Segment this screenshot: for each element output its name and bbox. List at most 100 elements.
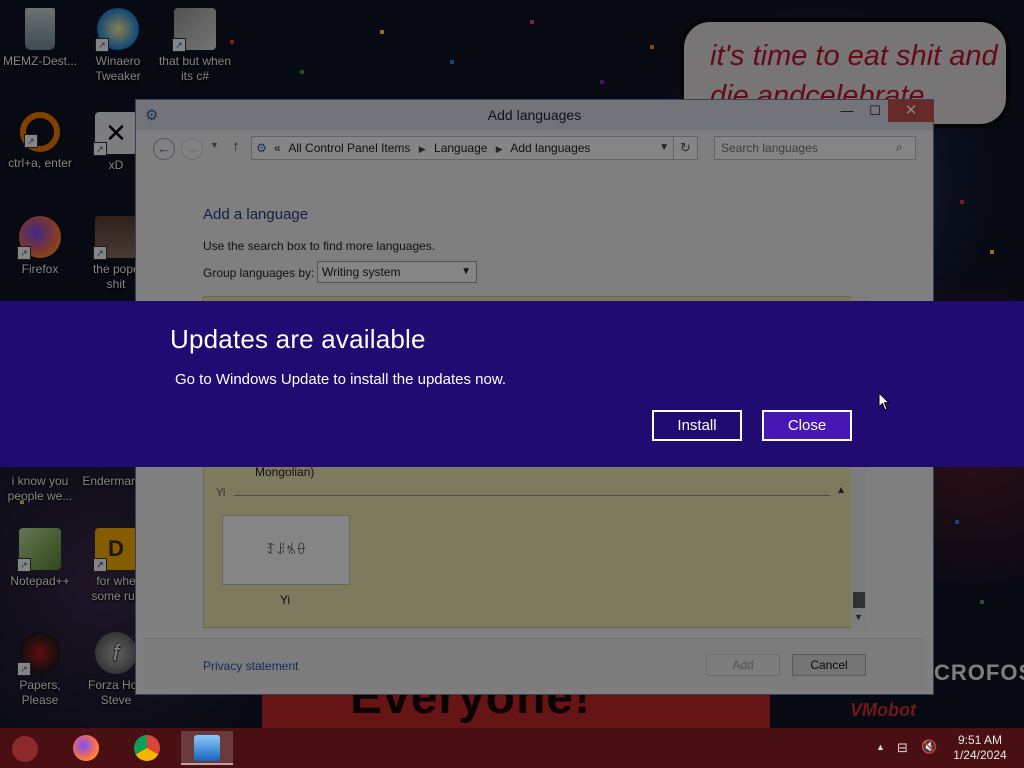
address-dropdown-chevron-icon[interactable]: ▼ (659, 137, 669, 159)
control-panel-icon (194, 735, 220, 761)
file-stack-icon: ↗ (172, 8, 216, 52)
breadcrumb-overflow[interactable]: « (274, 141, 281, 155)
taskbar-firefox[interactable] (60, 731, 112, 765)
desktop-icon-papers-please[interactable]: ↗ Papers, Please (0, 632, 80, 708)
shortcut-arrow-icon: ↗ (172, 38, 186, 52)
refresh-icon[interactable]: ↻ (674, 136, 698, 160)
collapse-chevron-icon[interactable]: ▲ (836, 485, 846, 496)
confetti (955, 520, 959, 524)
desktop-icon-label: ctrl+a, enter (8, 156, 72, 170)
language-tile-script: ꆈꌠꁱꂷ (265, 542, 307, 557)
up-arrow-icon[interactable]: ↑ (232, 138, 240, 155)
window-title: Add languages (487, 107, 582, 123)
desktop-icon-label: Papers, Please (19, 678, 61, 707)
shortcut-arrow-icon: ↗ (17, 662, 31, 676)
cancel-button[interactable]: Cancel (792, 654, 866, 676)
close-window-button[interactable]: ✕ (888, 100, 934, 122)
wallpaper-right-text: CROFOS (934, 660, 1024, 685)
confetti (650, 45, 654, 49)
desktop-icon-label: i know you people we... (7, 474, 73, 503)
confetti (990, 250, 994, 254)
group-by-select[interactable]: Writing system ▼ (317, 261, 477, 283)
confetti (380, 30, 384, 34)
shortcut-arrow-icon: ↗ (93, 142, 107, 156)
system-clock[interactable]: 9:51 AM 1/24/2024 (946, 733, 1014, 763)
desktop-icon-label: that but when its c# (158, 54, 232, 83)
address-bar[interactable]: ⚙ « All Control Panel Items ▶ Language ▶… (251, 136, 674, 160)
install-button[interactable]: Install (652, 410, 742, 441)
maximize-button[interactable]: ☐ (860, 100, 890, 122)
flash-icon: f (95, 632, 137, 674)
language-group-header[interactable]: Yi ▲ (216, 485, 846, 501)
shortcut-arrow-icon: ↗ (93, 246, 107, 260)
notification-title: Updates are available (170, 324, 426, 354)
recent-locations-chevron-icon[interactable]: ▼ (210, 140, 219, 150)
media-file-icon: ↗ (93, 216, 137, 260)
confetti (600, 80, 604, 84)
firefox-icon: ↗ (17, 216, 61, 260)
privacy-statement-link[interactable]: Privacy statement (203, 659, 298, 673)
close-button[interactable]: Close (762, 410, 852, 441)
desktop-icon-label: MEMZ-Dest... (3, 54, 77, 68)
taskbar-chrome[interactable] (121, 731, 173, 765)
clock-time: 9:51 AM (957, 733, 1003, 747)
confetti (980, 600, 984, 604)
shortcut-arrow-icon: ↗ (95, 38, 109, 52)
group-divider (234, 495, 830, 496)
scroll-down-arrow-icon[interactable]: ▼ (854, 612, 863, 622)
clock-date: 1/24/2024 (953, 748, 1007, 762)
search-icon[interactable]: ⌕ (896, 140, 903, 155)
control-panel-icon: ⚙ (256, 141, 267, 155)
add-button[interactable]: Add (706, 654, 780, 676)
winaero-icon: ↗ (95, 8, 139, 52)
desktop-icon-i-know-you[interactable]: i know you people we... (0, 474, 80, 504)
breadcrumb-item[interactable]: Add languages (510, 141, 590, 155)
desktop-icon-ctrl-a[interactable]: ↗ ctrl+a, enter (0, 112, 80, 171)
desktop-icon-label: Winaero Tweaker (95, 54, 141, 83)
recycle-bin-icon (25, 8, 55, 50)
taskbar-control-panel[interactable] (181, 731, 233, 765)
desktop-icon-label: Notepad++ (10, 574, 70, 588)
desktop-icon-notepadpp[interactable]: ↗ Notepad++ (0, 528, 80, 589)
breadcrumb-item[interactable]: All Control Panel Items (288, 141, 410, 155)
confetti (300, 70, 304, 74)
page-description: Use the search box to find more language… (203, 239, 436, 253)
forward-arrow-icon[interactable]: → (181, 138, 203, 160)
confetti (960, 200, 964, 204)
start-button[interactable] (12, 736, 38, 762)
breadcrumb-separator-icon[interactable]: ▶ (496, 144, 503, 154)
show-hidden-icons-chevron-icon[interactable]: ▲ (876, 742, 885, 752)
chrome-icon (134, 735, 160, 761)
language-group-name: Yi (216, 487, 226, 499)
papers-please-icon: ↗ (17, 632, 61, 676)
desktop-icon-label: Firefox (21, 262, 59, 276)
confetti (530, 20, 534, 24)
desktop-icon-csharp[interactable]: ↗ that but when its c# (155, 8, 235, 84)
shortcut-arrow-icon: ↗ (24, 134, 38, 148)
window-titlebar[interactable]: ⚙ Add languages — ☐ ✕ (136, 100, 934, 130)
confetti (450, 60, 454, 64)
desktop-icon-firefox[interactable]: ↗ Firefox (0, 216, 80, 277)
network-icon[interactable]: ⊟ (897, 740, 908, 756)
document-icon: D ↗ (93, 528, 137, 572)
back-arrow-icon[interactable]: ← (153, 138, 175, 160)
desktop-icon-memz[interactable]: MEMZ-Dest... (0, 8, 80, 69)
ring-icon: ↗ (20, 112, 60, 152)
firefox-icon (73, 735, 99, 761)
breadcrumb-item[interactable]: Language (434, 141, 487, 155)
volume-muted-icon[interactable]: 🔇 (921, 739, 937, 755)
language-tile-label: Yi (279, 593, 291, 607)
language-tile-yi[interactable]: ꆈꌠꁱꂷ (222, 515, 350, 585)
minimize-button[interactable]: — (832, 100, 862, 122)
desktop-icon-winaero[interactable]: ↗ Winaero Tweaker (78, 8, 158, 84)
group-by-label: Group languages by: (203, 266, 315, 280)
breadcrumb-separator-icon[interactable]: ▶ (419, 144, 426, 154)
breadcrumb: « All Control Panel Items ▶ Language ▶ A… (274, 137, 595, 160)
language-item-label[interactable]: Mongolian) (255, 465, 314, 479)
page-title: Add a language (203, 206, 309, 223)
scrollbar-thumb[interactable] (853, 592, 865, 608)
taskbar: ▲ ⊟ 🔇 9:51 AM 1/24/2024 (0, 728, 1024, 768)
x-icon: ✕ ↗ (93, 112, 137, 156)
notepadpp-icon: ↗ (17, 528, 61, 572)
search-languages-input[interactable] (714, 136, 916, 160)
